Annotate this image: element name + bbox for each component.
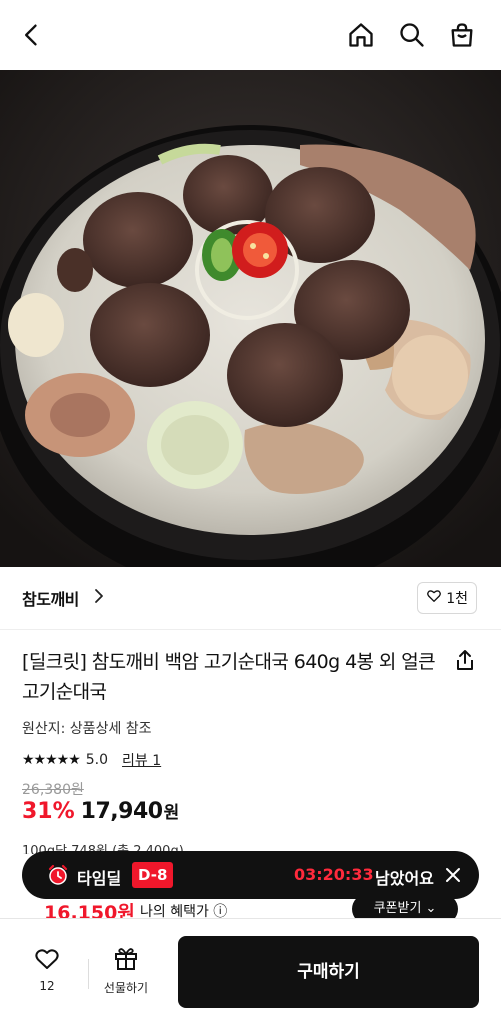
timedeal-badge: D-8 <box>132 862 174 888</box>
product-title: [딜크릿] 참도깨비 백암 고기순대국 640g 4봉 외 얼큰 고기순대국 <box>22 651 436 703</box>
gift-button[interactable]: 선물하기 <box>97 945 155 996</box>
search-icon[interactable] <box>396 19 428 51</box>
shop-row: 참도깨비 1천 <box>0 567 501 630</box>
price-unit: 원 <box>163 803 180 823</box>
soondae-gukbap-photo <box>0 70 501 567</box>
shop-name[interactable]: 참도깨비 <box>22 586 79 610</box>
product-image[interactable] <box>0 70 501 567</box>
buy-button[interactable]: 구매하기 <box>178 936 479 1008</box>
timedeal-remain-text: 남았어요 <box>375 869 434 888</box>
bottom-action-bar: 12 선물하기 구매하기 <box>0 918 501 1025</box>
benefit-price: 16,150원 <box>44 902 135 918</box>
wishlist-button[interactable]: 12 <box>22 947 72 993</box>
top-app-bar <box>0 0 501 70</box>
timedeal-banner[interactable]: 타임딜 D-8 03:20:33 남았어요 <box>22 851 479 899</box>
rating-row: ★★★★★ 5.0 리뷰 1 <box>22 750 161 770</box>
divider <box>88 959 89 989</box>
gift-icon <box>113 948 139 975</box>
review-link[interactable]: 리뷰 1 <box>122 750 161 770</box>
heart-icon <box>34 949 60 975</box>
home-icon[interactable] <box>345 19 377 51</box>
rating-score: 5.0 <box>85 752 109 768</box>
chevron-left-icon[interactable] <box>16 19 48 51</box>
timedeal-countdown: 03:20:33 <box>294 865 374 884</box>
share-icon[interactable] <box>453 648 477 672</box>
wishlist-count: 12 <box>39 979 55 993</box>
shop-like-count: 1천 <box>446 591 468 607</box>
price-row: 31% 17,940 원 <box>22 798 179 824</box>
original-price: 26,380원 <box>22 782 84 798</box>
gift-label: 선물하기 <box>103 981 149 995</box>
star-rating-icon: ★★★★★ <box>22 752 81 768</box>
alarm-clock-icon <box>46 863 70 887</box>
sale-price: 17,940 <box>80 799 163 824</box>
heart-icon <box>426 588 442 608</box>
benefit-label[interactable]: 나의 혜택가 ⓘ <box>140 901 227 918</box>
discount-rate: 31% <box>22 799 75 824</box>
close-icon[interactable] <box>445 867 461 883</box>
chevron-right-icon[interactable] <box>92 587 106 605</box>
shopping-bag-icon[interactable] <box>446 19 478 51</box>
shop-like-button[interactable]: 1천 <box>417 582 477 614</box>
product-origin: 원산지: 상품상세 참조 <box>22 721 152 737</box>
timedeal-label: 타임딜 <box>77 869 122 888</box>
